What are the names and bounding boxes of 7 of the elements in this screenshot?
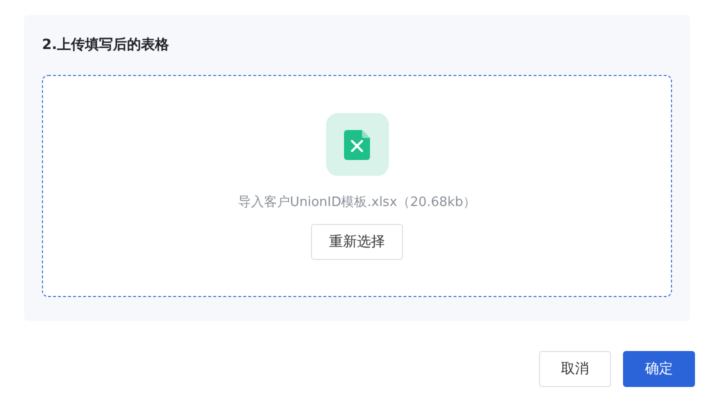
cancel-button[interactable]: 取消 <box>539 351 611 387</box>
confirm-button[interactable]: 确定 <box>623 351 695 387</box>
file-name: 导入客户UnionID模板.xlsx（20.68kb） <box>238 194 476 212</box>
upload-dropzone[interactable]: 导入客户UnionID模板.xlsx（20.68kb） 重新选择 <box>42 75 672 297</box>
spreadsheet-file-icon <box>344 130 370 160</box>
reselect-button[interactable]: 重新选择 <box>311 224 403 260</box>
section-title: 2.上传填写后的表格 <box>42 36 170 55</box>
